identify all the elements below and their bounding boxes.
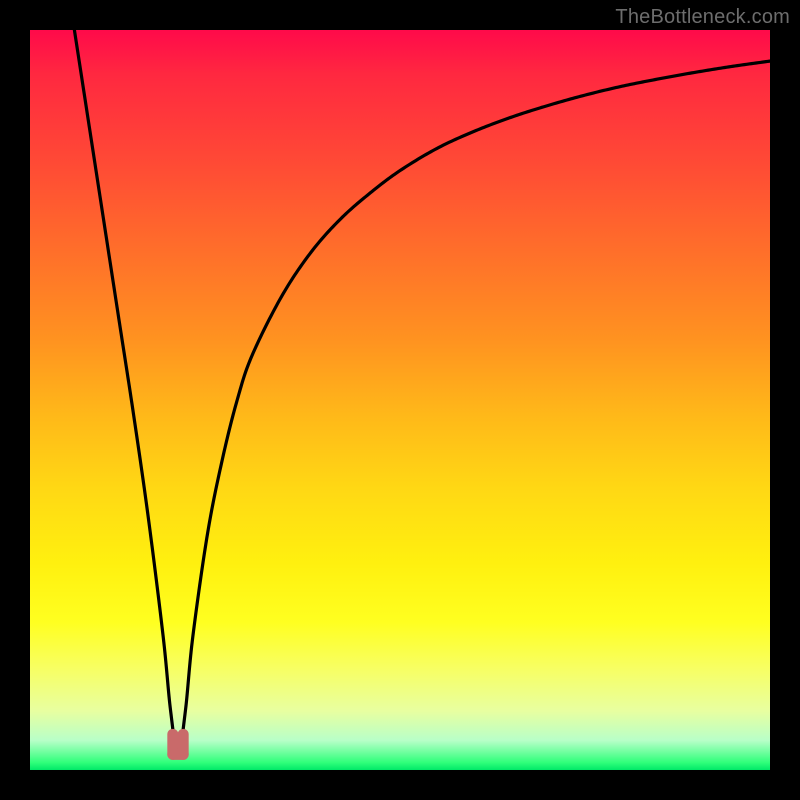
watermark-text: TheBottleneck.com (615, 6, 790, 29)
curve-layer (30, 30, 770, 770)
minimum-markers (173, 734, 183, 754)
bottleneck-curve (74, 30, 770, 755)
chart-frame: TheBottleneck.com (0, 0, 800, 800)
plot-area (30, 30, 770, 770)
